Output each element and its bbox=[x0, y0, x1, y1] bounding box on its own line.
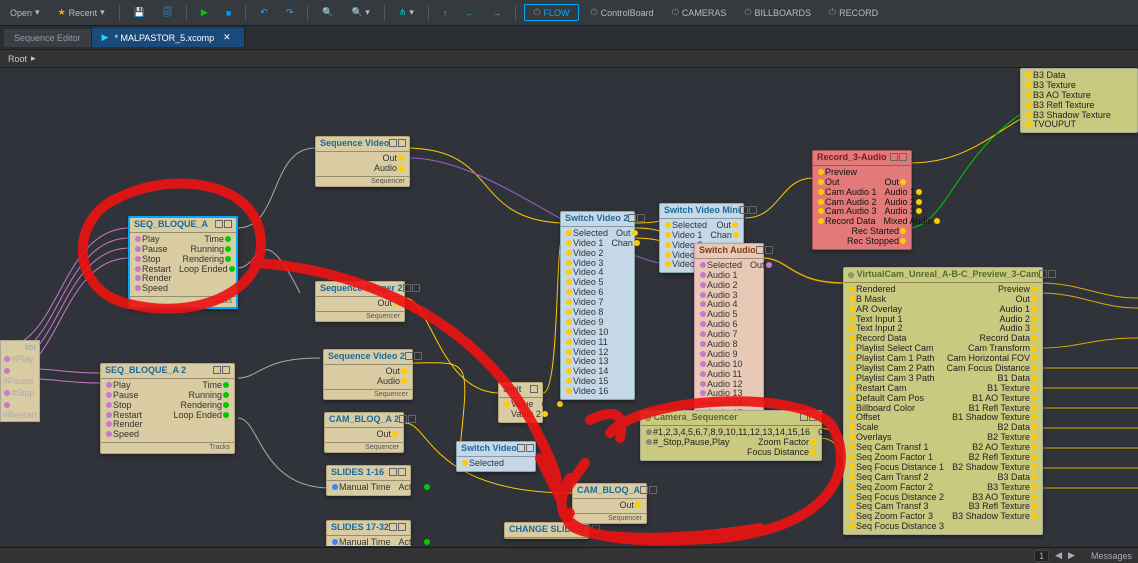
billboards-button[interactable]: ⏻ BILLBOARDS bbox=[738, 4, 817, 21]
up-icon[interactable]: ↑ bbox=[437, 5, 454, 21]
node-change-slides[interactable]: CHANGE SLIDES bbox=[504, 522, 589, 539]
menubar: Open ▾ ★ Recent ▾ 💾 🗐 ▶ ■ ↶ ↷ 🔍 🔍 ▾ ⋔ ▾ … bbox=[0, 0, 1138, 26]
tab-bar: Sequence Editor ▶ * MALPASTOR_5.xcomp ✕ bbox=[0, 26, 1138, 50]
node-sequence-video[interactable]: Sequence Video OutAudio Sequencer bbox=[315, 136, 410, 187]
tab-sequence-editor[interactable]: Sequence Editor bbox=[4, 29, 92, 47]
record-button[interactable]: ⏻ RECORD bbox=[823, 4, 884, 21]
back-icon[interactable]: ← bbox=[459, 5, 480, 21]
node-slides-17-32[interactable]: SLIDES 17-32 Manual TimeActive bbox=[326, 520, 411, 546]
node-camera-sequencer[interactable]: ◎ Camera_Sequencer #1,2,3,4,5,6,7,8,9,10… bbox=[640, 410, 822, 461]
play-icon[interactable]: ▶ bbox=[195, 4, 214, 21]
node-switch-audio[interactable]: Switch Audio SelectedOutAudio 1Audio 2Au… bbox=[694, 243, 764, 422]
node-seq-bloque-a[interactable]: SEQ_BLOQUE_A PlayTimePauseRunningStopRen… bbox=[128, 216, 238, 309]
controlboard-button[interactable]: ⏻ ControlBoard bbox=[585, 4, 660, 21]
node-canvas[interactable]: B3 DataB3 TextureB3 AO TextureB3 Refl Te… bbox=[0, 68, 1138, 546]
open-button[interactable]: Open ▾ bbox=[4, 4, 46, 21]
node-switch-video-2[interactable]: Switch Video 2 SelectedOutVideo 1ChanVid… bbox=[560, 211, 635, 400]
flow-button[interactable]: ⏻ FLOW bbox=[524, 4, 578, 21]
node-virtualcam-unreal[interactable]: ◎ VirtualCam_Unreal_A-B-C_Preview_3-Cam … bbox=[843, 267, 1043, 535]
axes-icon[interactable]: ⋔ ▾ bbox=[393, 4, 420, 21]
tab-play-icon: ▶ bbox=[102, 32, 109, 43]
cameras-button[interactable]: ⏻ CAMERAS bbox=[666, 4, 733, 21]
status-bar: 1 ◀ ▶ Messages bbox=[0, 547, 1138, 563]
node-cam-bloq-a-2[interactable]: CAM_BLOQ_A 2 Out Sequencer bbox=[324, 412, 404, 453]
recent-button[interactable]: ★ Recent ▾ bbox=[52, 4, 111, 21]
tab-malpastor[interactable]: ▶ * MALPASTOR_5.xcomp ✕ bbox=[92, 28, 245, 47]
page-field[interactable]: 1 bbox=[1034, 550, 1049, 562]
node-tv-output[interactable]: B3 DataB3 TextureB3 AO TextureB3 Refl Te… bbox=[1020, 68, 1138, 133]
fwd-icon[interactable]: → bbox=[486, 5, 507, 21]
chevron-right-icon: ▸ bbox=[31, 53, 36, 64]
node-record-3-audio[interactable]: Record_3-Audio PreviewOutOutCam Audio 1A… bbox=[812, 150, 912, 250]
node-swit[interactable]: Swit ValueOutValue 2 bbox=[498, 382, 543, 423]
messages-label[interactable]: Messages bbox=[1091, 551, 1132, 561]
node-switch-video[interactable]: Switch Video Selected bbox=[456, 441, 536, 472]
tab-close-icon[interactable]: ✕ bbox=[220, 32, 234, 43]
node-sequence-integer-2[interactable]: Sequence Integer 2 Out Sequencer bbox=[315, 281, 405, 322]
save-icon[interactable]: 💾 bbox=[128, 4, 151, 21]
page-prev-icon[interactable]: ◀ bbox=[1055, 550, 1062, 561]
node-edge-sequencer[interactable]: tor #Play#Pause#Stop#Restart bbox=[0, 340, 40, 422]
page-next-icon[interactable]: ▶ bbox=[1068, 550, 1075, 561]
stop-icon[interactable]: ■ bbox=[220, 5, 237, 21]
redo-icon[interactable]: ↷ bbox=[280, 4, 300, 21]
breadcrumb[interactable]: Root ▸ bbox=[0, 50, 1138, 68]
node-sequence-video-2[interactable]: Sequence Video 2 OutAudio Sequencer bbox=[323, 349, 413, 400]
node-slides-1-16[interactable]: SLIDES 1-16 Manual TimeActive bbox=[326, 465, 411, 496]
zoom-in-icon[interactable]: 🔍 bbox=[316, 4, 339, 21]
node-cam-bloq-a[interactable]: CAM_BLOQ_A Out Sequencer bbox=[572, 483, 647, 524]
save-all-icon[interactable]: 🗐 bbox=[157, 2, 178, 24]
zoom-out-icon[interactable]: 🔍 ▾ bbox=[346, 4, 376, 21]
node-seq-bloque-a-2[interactable]: SEQ_BLOQUE_A 2 PlayTimePauseRunningStopR… bbox=[100, 363, 235, 454]
undo-icon[interactable]: ↶ bbox=[254, 4, 274, 21]
